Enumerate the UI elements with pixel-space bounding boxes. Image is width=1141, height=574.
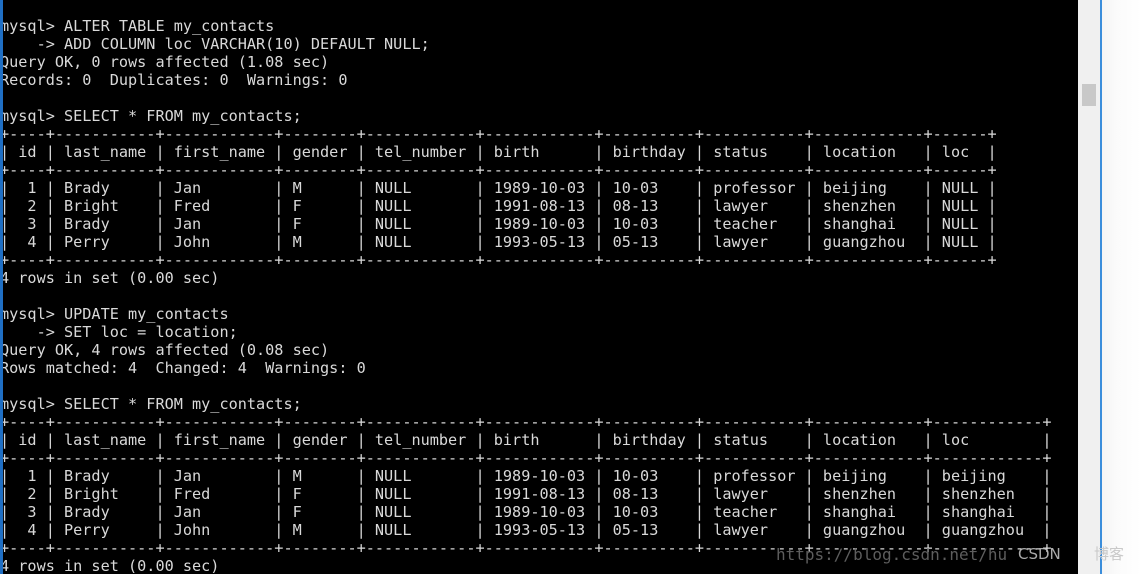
watermark-suffix-label: 博客 xyxy=(1094,545,1125,563)
terminal-line: | 1 | Brady | Jan | M | NULL | 1989-10-0… xyxy=(0,179,997,198)
console-left-accent-bar xyxy=(0,0,3,574)
terminal-line: mysql> SELECT * FROM my_contacts; xyxy=(0,107,302,126)
terminal-line: mysql> ALTER TABLE my_contacts xyxy=(0,17,275,36)
terminal-line: | 4 | Perry | John | M | NULL | 1993-05-… xyxy=(0,521,1052,540)
terminal-output-text: mysql> ALTER TABLE my_contacts -> ADD CO… xyxy=(0,17,1078,574)
terminal-line: mysql> UPDATE my_contacts xyxy=(0,305,229,324)
terminal-line: | 4 | Perry | John | M | NULL | 1993-05-… xyxy=(0,233,997,252)
terminal-line: | id | last_name | first_name | gender |… xyxy=(0,431,1052,450)
watermark-url: https://blog.csdn.net/hu xyxy=(776,545,1008,564)
terminal-line: | 3 | Brady | Jan | F | NULL | 1989-10-0… xyxy=(0,503,1052,522)
terminal-line: +----+-----------+------------+--------+… xyxy=(0,251,997,270)
terminal-line: | id | last_name | first_name | gender |… xyxy=(0,143,997,162)
terminal-line: Query OK, 4 rows affected (0.08 sec) xyxy=(0,341,330,360)
terminal-console-window[interactable]: mysql> ALTER TABLE my_contacts -> ADD CO… xyxy=(0,0,1078,574)
terminal-line: | 2 | Bright | Fred | F | NULL | 1991-08… xyxy=(0,197,997,216)
terminal-line: +----+-----------+------------+--------+… xyxy=(0,413,1052,432)
terminal-line: -> ADD COLUMN loc VARCHAR(10) DEFAULT NU… xyxy=(0,35,430,54)
terminal-line: | 1 | Brady | Jan | M | NULL | 1989-10-0… xyxy=(0,467,1052,486)
terminal-line: mysql> SELECT * FROM my_contacts; xyxy=(0,395,302,414)
terminal-line: 4 rows in set (0.00 sec) xyxy=(0,269,220,288)
vertical-scrollbar-thumb[interactable] xyxy=(1082,84,1096,106)
terminal-line: | 2 | Bright | Fred | F | NULL | 1991-08… xyxy=(0,485,1052,504)
terminal-line: +----+-----------+------------+--------+… xyxy=(0,125,997,144)
terminal-line: Rows matched: 4 Changed: 4 Warnings: 0 xyxy=(0,359,366,378)
terminal-line: +----+-----------+------------+--------+… xyxy=(0,161,997,180)
csdn-logo-icon: CSDN xyxy=(1018,545,1061,563)
terminal-line: -> SET loc = location; xyxy=(0,323,238,342)
terminal-line: +----+-----------+------------+--------+… xyxy=(0,449,1052,468)
terminal-line: Records: 0 Duplicates: 0 Warnings: 0 xyxy=(0,71,348,90)
terminal-line: | 3 | Brady | Jan | F | NULL | 1989-10-0… xyxy=(0,215,997,234)
terminal-line: Query OK, 0 rows affected (1.08 sec) xyxy=(0,53,330,72)
page-right-margin xyxy=(1102,0,1141,574)
